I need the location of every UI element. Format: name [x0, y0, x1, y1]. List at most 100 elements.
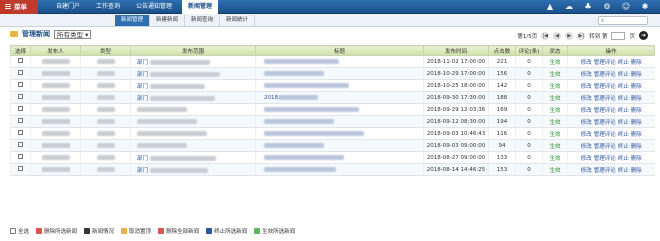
next-page-button[interactable]: ▶ — [565, 31, 574, 40]
title-cell[interactable] — [255, 115, 424, 128]
gear-icon[interactable]: ⚙ — [602, 2, 612, 12]
edit-link[interactable]: 修改 — [581, 60, 592, 66]
title-cell[interactable] — [255, 139, 424, 152]
terminate-link[interactable]: 终止 — [618, 132, 629, 138]
nav-item-notice[interactable]: 公告通知管理 — [130, 0, 178, 14]
edit-link[interactable]: 修改 — [581, 72, 592, 78]
row-checkbox[interactable] — [10, 139, 31, 152]
title-cell[interactable] — [255, 67, 424, 80]
nav-item-news[interactable]: 新闻管理 — [182, 0, 219, 14]
delete-link[interactable]: 删除 — [631, 144, 642, 150]
edit-link[interactable]: 修改 — [581, 120, 592, 126]
settings-icon[interactable]: ✱ — [640, 2, 650, 12]
title-cell[interactable] — [255, 151, 424, 164]
col-status[interactable]: 状态 — [542, 45, 568, 56]
manage-comments-link[interactable]: 管理评论 — [594, 120, 616, 126]
leaf-icon[interactable]: ♣ — [583, 2, 593, 12]
terminate-link[interactable]: 终止 — [618, 96, 629, 102]
row-checkbox[interactable] — [10, 79, 31, 92]
title-cell[interactable] — [255, 103, 424, 116]
terminate-link[interactable]: 终止 — [618, 60, 629, 66]
checkbox[interactable] — [18, 142, 23, 147]
terminate-link[interactable]: 终止 — [618, 156, 629, 162]
cancel-pin-button[interactable]: 取消置顶 — [121, 227, 151, 235]
col-time[interactable]: 发布时间 — [423, 45, 489, 56]
nav-item-portal[interactable]: 自建门户 — [50, 0, 86, 14]
terminate-link[interactable]: 终止 — [618, 84, 629, 90]
delete-link[interactable]: 删除 — [631, 156, 642, 162]
search-input[interactable]: ⌕ — [598, 16, 648, 25]
first-page-button[interactable]: |◀ — [541, 31, 550, 40]
page-number-input[interactable] — [611, 31, 626, 40]
terminate-link[interactable]: 终止 — [618, 120, 629, 126]
manage-comments-link[interactable]: 管理评论 — [594, 156, 616, 162]
terminate-selected-button[interactable]: 终止所选新闻 — [206, 227, 247, 235]
edit-link[interactable]: 修改 — [581, 84, 592, 90]
user-icon[interactable]: ☺ — [621, 2, 631, 12]
tab-news-stats[interactable]: 新闻统计 — [220, 15, 256, 26]
terminate-link[interactable]: 终止 — [618, 144, 629, 150]
news-status-button[interactable]: 新闻情况 — [84, 227, 114, 235]
terminate-link[interactable]: 终止 — [618, 108, 629, 114]
edit-link[interactable]: 修改 — [581, 96, 592, 102]
manage-comments-link[interactable]: 管理评论 — [594, 72, 616, 78]
manage-comments-link[interactable]: 管理评论 — [594, 60, 616, 66]
row-checkbox[interactable] — [10, 151, 31, 164]
delete-link[interactable]: 删除 — [631, 168, 642, 174]
edit-link[interactable]: 修改 — [581, 168, 592, 174]
edit-link[interactable]: 修改 — [581, 132, 592, 138]
delete-link[interactable]: 删除 — [631, 120, 642, 126]
checkbox[interactable] — [18, 82, 23, 87]
edit-link[interactable]: 修改 — [581, 144, 592, 150]
manage-comments-link[interactable]: 管理评论 — [594, 144, 616, 150]
title-cell[interactable] — [255, 163, 424, 176]
delete-selected-button[interactable]: 删除所选新闻 — [36, 227, 77, 235]
row-checkbox[interactable] — [10, 91, 31, 104]
title-cell[interactable] — [255, 55, 424, 68]
cloud-icon[interactable]: ☁ — [564, 2, 574, 12]
title-cell[interactable] — [255, 79, 424, 92]
select-all-button[interactable]: 全选 — [10, 227, 29, 235]
prev-page-button[interactable]: ◀ — [553, 31, 562, 40]
title-link[interactable]: 2018 — [264, 95, 278, 101]
title-cell[interactable]: 2018 — [255, 91, 424, 104]
tab-news-query[interactable]: 新闻查询 — [185, 15, 221, 26]
delete-link[interactable]: 删除 — [631, 72, 642, 78]
row-checkbox[interactable] — [10, 55, 31, 68]
terminate-link[interactable]: 终止 — [618, 72, 629, 78]
delete-link[interactable]: 删除 — [631, 84, 642, 90]
col-clicks[interactable]: 点击数 — [488, 45, 516, 56]
row-checkbox[interactable] — [10, 115, 31, 128]
tab-news-create[interactable]: 新建新闻 — [150, 15, 186, 26]
tab-news-manage[interactable]: 新闻管理 — [115, 15, 151, 26]
delete-link[interactable]: 删除 — [631, 96, 642, 102]
checkbox[interactable] — [18, 58, 23, 63]
manage-comments-link[interactable]: 管理评论 — [594, 96, 616, 102]
activate-selected-button[interactable]: 生效所选新闻 — [254, 227, 295, 235]
row-checkbox[interactable] — [10, 163, 31, 176]
checkbox[interactable] — [18, 154, 23, 159]
col-title[interactable]: 标题 — [255, 45, 424, 56]
terminate-link[interactable]: 终止 — [618, 168, 629, 174]
row-checkbox[interactable] — [10, 127, 31, 140]
edit-link[interactable]: 修改 — [581, 108, 592, 114]
checkbox[interactable] — [18, 94, 23, 99]
manage-comments-link[interactable]: 管理评论 — [594, 84, 616, 90]
manage-comments-link[interactable]: 管理评论 — [594, 132, 616, 138]
menu-button[interactable]: 菜单 — [0, 0, 38, 14]
go-button[interactable]: ➜ — [639, 31, 648, 40]
checkbox[interactable] — [18, 106, 23, 111]
title-cell[interactable] — [255, 127, 424, 140]
row-checkbox[interactable] — [10, 67, 31, 80]
checkbox[interactable] — [18, 70, 23, 75]
manage-comments-link[interactable]: 管理评论 — [594, 108, 616, 114]
last-page-button[interactable]: ▶| — [577, 31, 586, 40]
checkbox[interactable] — [18, 166, 23, 171]
delete-link[interactable]: 删除 — [631, 132, 642, 138]
checkbox[interactable] — [18, 130, 23, 135]
delete-all-button[interactable]: 删除全部新闻 — [158, 227, 199, 235]
delete-link[interactable]: 删除 — [631, 60, 642, 66]
alert-icon[interactable]: ▲ — [545, 2, 555, 12]
edit-link[interactable]: 修改 — [581, 156, 592, 162]
delete-link[interactable]: 删除 — [631, 108, 642, 114]
